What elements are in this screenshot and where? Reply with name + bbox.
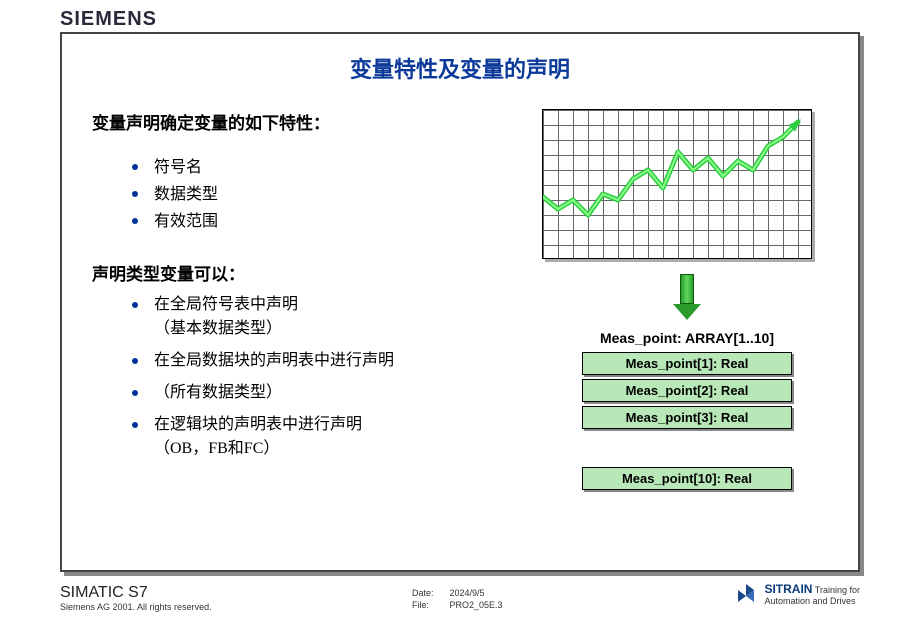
slide-footer: SIMATIC S7 Siemens AG 2001. All rights r…	[60, 580, 860, 630]
bullet-sub: （OB，FB和FC）	[154, 440, 279, 457]
copyright-text: Siemens AG 2001. All rights reserved.	[60, 602, 212, 612]
intro-line-2: 声明类型变量可以：	[92, 260, 512, 285]
chart-svg	[543, 110, 813, 260]
line-chart	[542, 109, 812, 259]
left-content: 变量声明确定变量的如下特性： 符号名 数据类型 有效范围 声明类型变量可以： 在…	[92, 109, 512, 469]
footer-meta: Date: 2024/9/5 File: PRO2_05E.3	[410, 586, 519, 612]
bullet-list-2: 在全局符号表中声明 （基本数据类型） 在全局数据块的声明表中进行声明 （所有数据…	[132, 293, 512, 461]
bullet-main: 在全局数据块的声明表中进行声明	[154, 352, 394, 369]
bullet-main: 在逻辑块的声明表中进行声明	[154, 416, 362, 433]
intro-line-1: 变量声明确定变量的如下特性：	[92, 109, 512, 134]
list-item: 符号名	[132, 154, 512, 181]
list-item: 在全局符号表中声明 （基本数据类型）	[132, 293, 512, 341]
list-item: 在全局数据块的声明表中进行声明	[132, 349, 512, 373]
array-cell: Meas_point[3]: Real	[582, 406, 792, 429]
array-declaration-label: Meas_point: ARRAY[1..10]	[542, 330, 832, 346]
footer-left: SIMATIC S7 Siemens AG 2001. All rights r…	[60, 584, 212, 612]
bullet-list-1: 符号名 数据类型 有效范围	[132, 154, 512, 236]
bullet-main: （所有数据类型）	[154, 384, 282, 401]
bullet-sub: （基本数据类型）	[154, 320, 282, 337]
sitrain-text: SITRAIN Training for Automation and Driv…	[764, 582, 860, 606]
date-label: Date:	[412, 588, 448, 598]
arrow-down-icon	[673, 274, 701, 320]
slide-title: 变量特性及变量的声明	[62, 52, 858, 84]
footer-right: SITRAIN Training for Automation and Driv…	[734, 582, 860, 606]
list-item: 有效范围	[132, 208, 512, 235]
file-label: File:	[412, 600, 448, 610]
brand-logo: SIEMENS	[60, 8, 157, 31]
product-name: SIMATIC S7	[60, 584, 212, 602]
bullet-main: 在全局符号表中声明	[154, 296, 298, 313]
list-item: 在逻辑块的声明表中进行声明 （OB，FB和FC）	[132, 413, 512, 461]
right-content: Meas_point: ARRAY[1..10] Meas_point[1]: …	[542, 109, 832, 494]
sitrain-line2: Automation and Drives	[764, 596, 860, 606]
list-item: 数据类型	[132, 181, 512, 208]
array-cell: Meas_point[2]: Real	[582, 379, 792, 402]
file-value: PRO2_05E.3	[450, 600, 517, 610]
date-value: 2024/9/5	[450, 588, 517, 598]
array-cell: Meas_point[10]: Real	[582, 467, 792, 490]
list-item: （所有数据类型）	[132, 381, 512, 405]
sitrain-logo-icon	[734, 582, 758, 606]
sitrain-bold: SITRAIN	[764, 582, 812, 596]
sitrain-rest: Training for	[812, 585, 860, 595]
slide-frame: 变量特性及变量的声明 变量声明确定变量的如下特性： 符号名 数据类型 有效范围 …	[60, 32, 860, 572]
array-cell: Meas_point[1]: Real	[582, 352, 792, 375]
